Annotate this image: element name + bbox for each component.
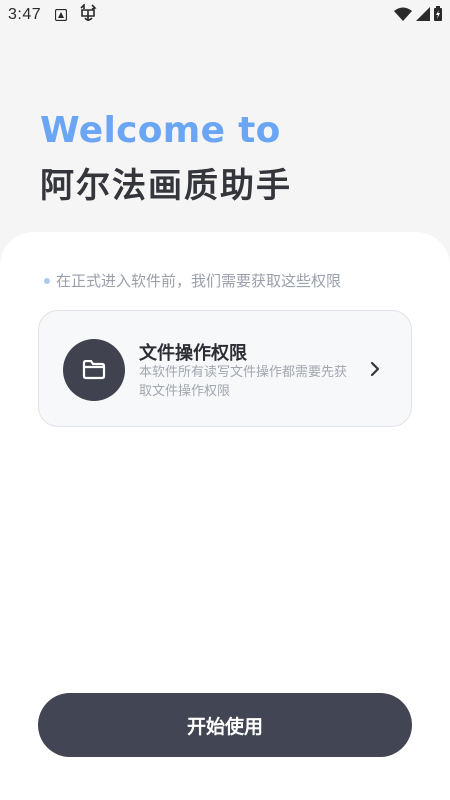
cat-app-icon [79, 3, 97, 26]
start-button[interactable]: 开始使用 [38, 693, 412, 757]
permission-description: 本软件所有读写文件操作都需要先获取文件操作权限 [139, 365, 348, 399]
folder-icon [63, 339, 125, 401]
battery-icon [434, 5, 442, 25]
status-bar: 3:47 [0, 0, 450, 30]
permissions-notice: 在正式进入软件前，我们需要获取这些权限 [44, 270, 341, 291]
welcome-heading: Welcome to [40, 110, 281, 151]
permission-title: 文件操作权限 [139, 343, 247, 364]
bullet-dot-icon [44, 277, 50, 284]
app-name-heading: 阿尔法画质助手 [40, 166, 292, 206]
status-right-icons [394, 5, 442, 25]
permissions-notice-text: 在正式进入软件前，我们需要获取这些权限 [56, 272, 342, 290]
chevron-right-icon [365, 359, 385, 379]
file-permission-card[interactable]: 文件操作权限 本软件所有读写文件操作都需要先获取文件操作权限 [38, 310, 412, 427]
status-time: 3:47 [8, 6, 42, 23]
status-left-icons [55, 3, 97, 26]
wifi-icon [394, 6, 412, 25]
android-notification-icon [55, 6, 68, 25]
signal-icon [416, 6, 430, 25]
